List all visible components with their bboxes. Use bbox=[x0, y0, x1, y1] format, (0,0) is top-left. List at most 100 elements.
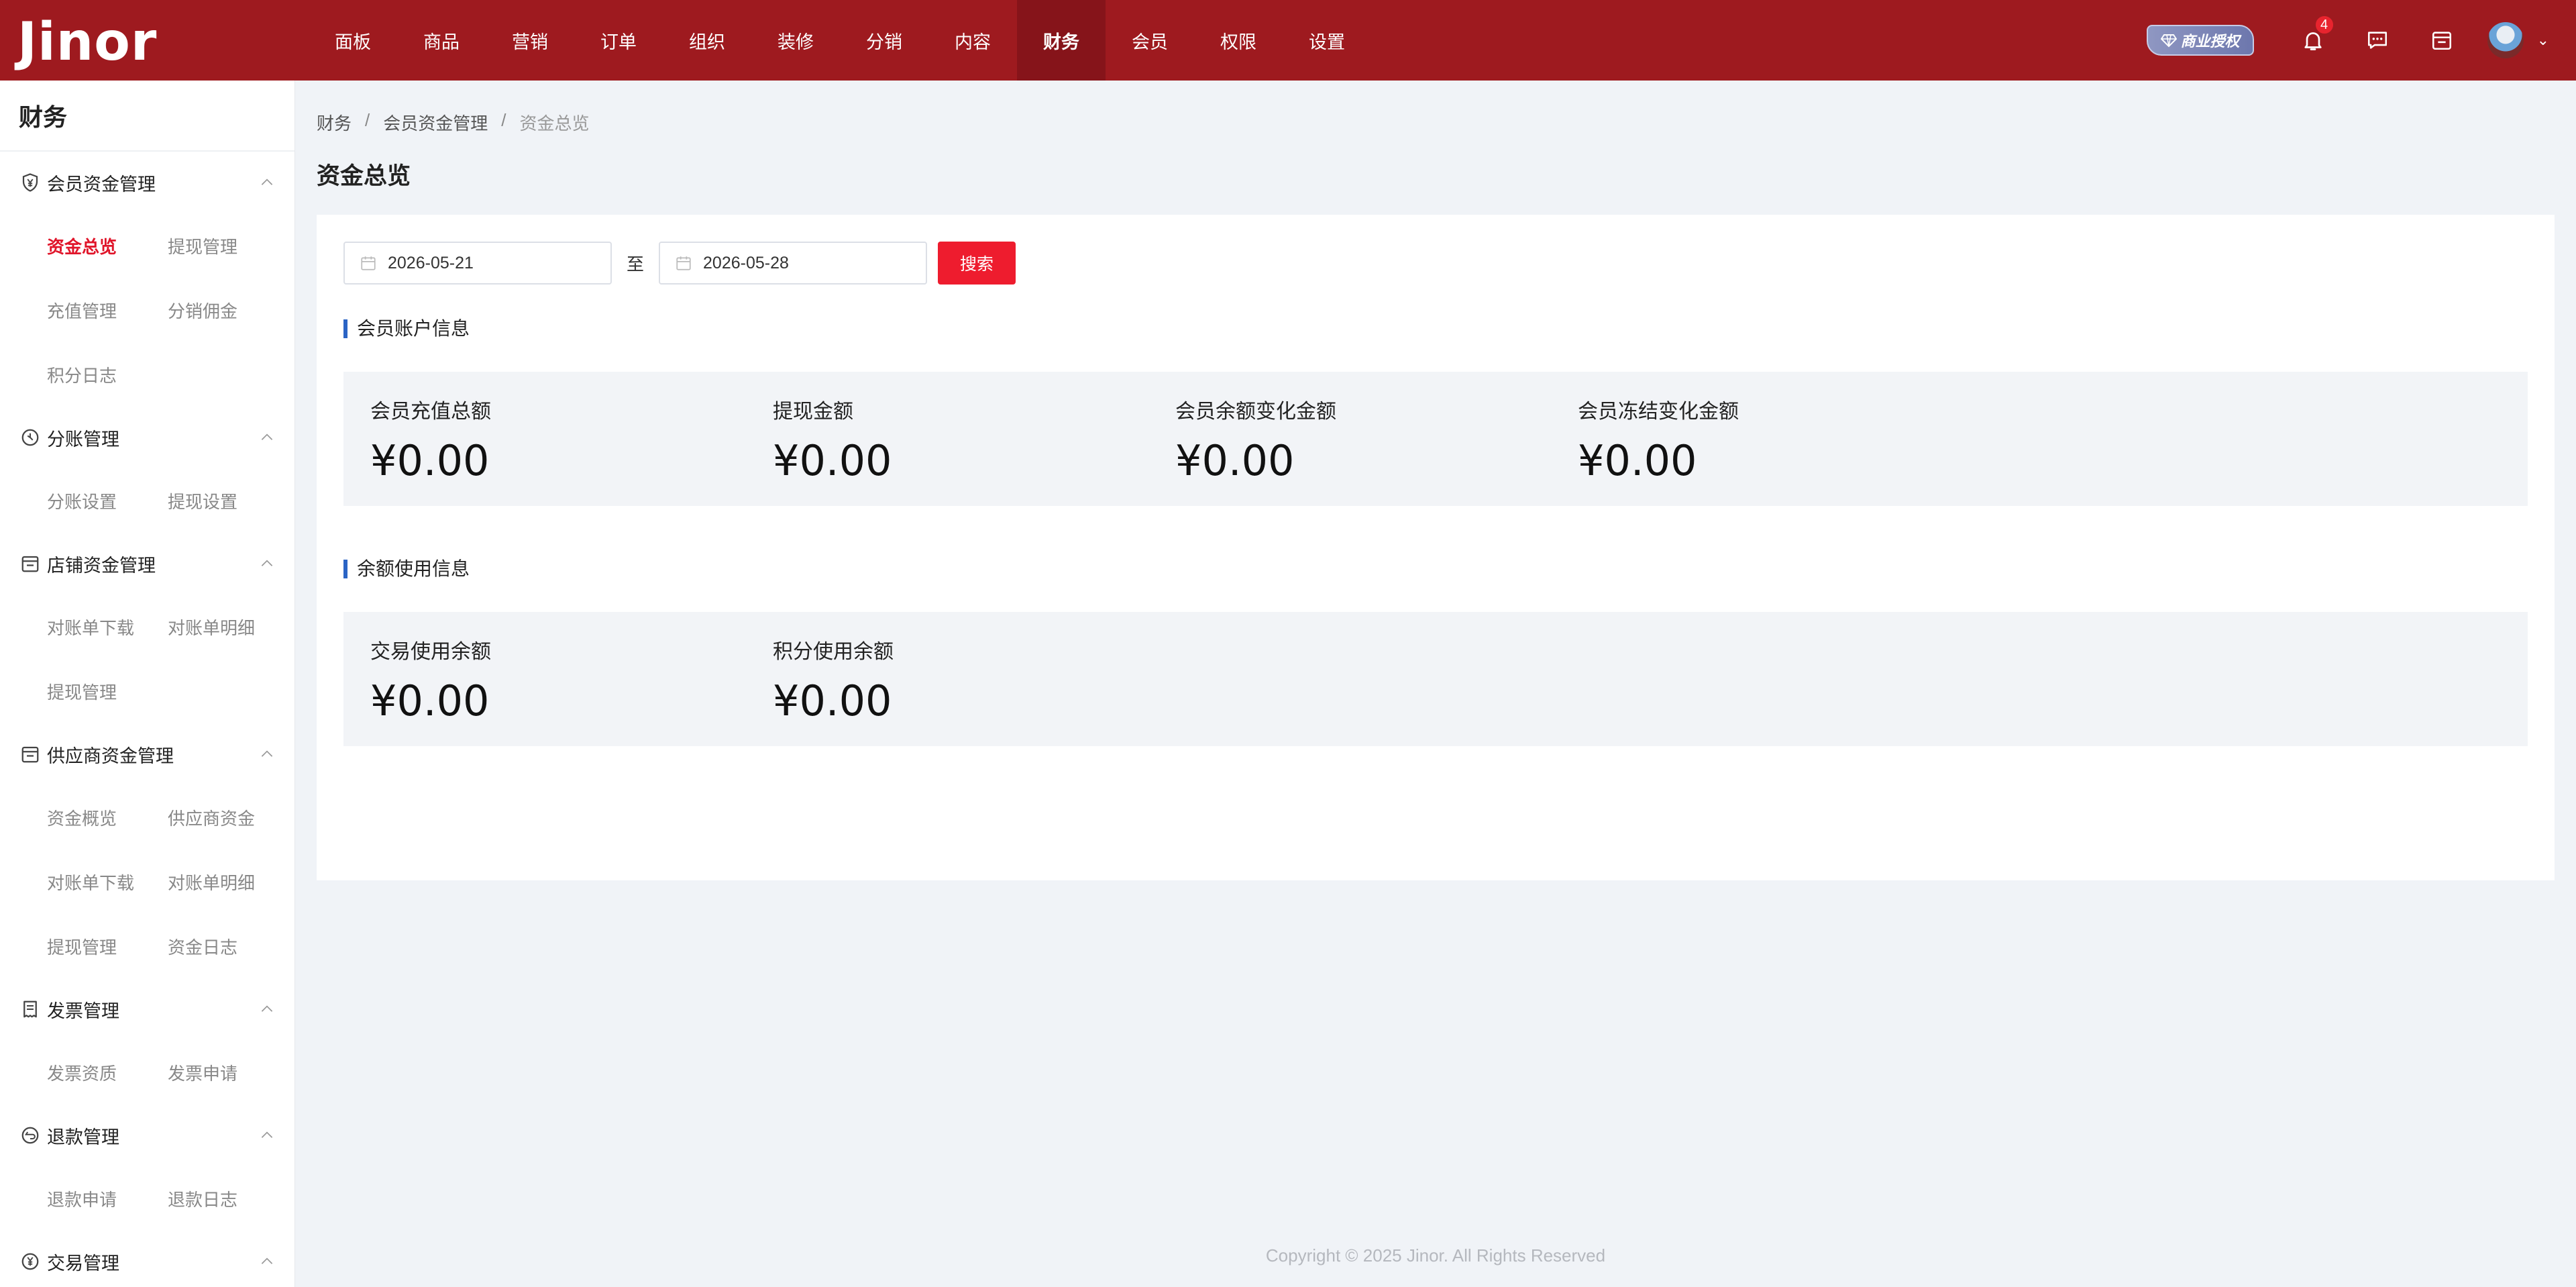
nav-item-permissions[interactable]: 权限 bbox=[1194, 0, 1283, 81]
store-icon bbox=[21, 556, 39, 572]
breadcrumb-finance[interactable]: 财务 bbox=[317, 110, 352, 135]
chat-icon bbox=[2367, 32, 2387, 49]
breadcrumb: 财务 / 会员资金管理 / 资金总览 bbox=[317, 110, 590, 135]
sidebar: 财务 会员资金管理 资金总览 提现管理 充值管理 分销佣金 积分日志 分账管理 … bbox=[0, 81, 295, 1287]
sidebar-group-invoice[interactable]: 发票管理 bbox=[0, 978, 294, 1040]
balance-usage-title: 余额使用信息 bbox=[343, 560, 470, 578]
nav-item-marketing[interactable]: 营销 bbox=[486, 0, 574, 81]
sidebar-item-supplier-funds[interactable]: 供应商资金 bbox=[168, 785, 288, 850]
main-nav: 面板 商品 营销 订单 组织 装修 分销 内容 财务 会员 权限 设置 bbox=[309, 0, 1371, 81]
sidebar-item-refund-log[interactable]: 退款日志 bbox=[168, 1166, 288, 1231]
chevron-up-icon bbox=[261, 1131, 273, 1138]
invoice-icon bbox=[23, 1000, 37, 1018]
app-logo[interactable]: Jinor bbox=[17, 12, 157, 72]
chevron-up-icon bbox=[261, 178, 273, 185]
start-date-value: 2026-05-21 bbox=[388, 253, 474, 272]
sidebar-item-refund-application[interactable]: 退款申请 bbox=[47, 1166, 168, 1231]
sidebar-item-funds-summary[interactable]: 资金概览 bbox=[47, 785, 168, 850]
refund-circle-icon bbox=[21, 1127, 39, 1144]
sidebar-item-supplier-withdraw[interactable]: 提现管理 bbox=[47, 914, 168, 978]
sidebar-group-label: 供应商资金管理 bbox=[47, 745, 174, 766]
nav-item-orders[interactable]: 订单 bbox=[574, 0, 663, 81]
chevron-up-icon bbox=[261, 750, 273, 757]
sidebar-group-member-funds[interactable]: 会员资金管理 bbox=[0, 152, 294, 213]
stat-label: 提现金额 bbox=[773, 401, 853, 423]
chevron-up-icon bbox=[261, 560, 273, 566]
sidebar-group-supplier-funds[interactable]: 供应商资金管理 bbox=[0, 723, 294, 785]
sidebar-item-funds-log[interactable]: 资金日志 bbox=[168, 914, 288, 978]
stat-balance-change: 会员余额变化金额 ¥0.00 bbox=[1175, 395, 1336, 485]
stat-value: ¥0.00 bbox=[773, 676, 892, 725]
sidebar-item-split-settings[interactable]: 分账设置 bbox=[47, 468, 168, 533]
stat-label: 会员充值总额 bbox=[370, 401, 491, 423]
sidebar-item-statement-detail[interactable]: 对账单明细 bbox=[168, 595, 288, 659]
sidebar-title: 财务 bbox=[0, 81, 294, 152]
sidebar-group-split-accounts[interactable]: 分账管理 bbox=[0, 407, 294, 468]
breadcrumb-member-funds[interactable]: 会员资金管理 bbox=[383, 110, 488, 135]
nav-item-dashboard[interactable]: 面板 bbox=[309, 0, 397, 81]
sidebar-item-invoice-application[interactable]: 发票申请 bbox=[168, 1040, 288, 1104]
sidebar-item-store-withdraw[interactable]: 提现管理 bbox=[47, 659, 168, 723]
top-navbar: Jinor 面板 商品 营销 订单 组织 装修 分销 内容 财务 会员 权限 设… bbox=[0, 0, 2576, 81]
sidebar-item-recharge-management[interactable]: 充值管理 bbox=[47, 278, 168, 342]
page-title: 资金总览 bbox=[317, 163, 411, 189]
search-button[interactable]: 搜索 bbox=[938, 242, 1016, 285]
end-date-input[interactable]: 2026-05-28 bbox=[659, 242, 928, 285]
stat-value: ¥0.00 bbox=[1175, 436, 1295, 485]
stat-value: ¥0.00 bbox=[370, 436, 490, 485]
nav-item-settings[interactable]: 设置 bbox=[1283, 0, 1371, 81]
date-range-separator: 至 bbox=[627, 254, 645, 274]
stat-recharge-total: 会员充值总额 ¥0.00 bbox=[370, 395, 491, 485]
store-icon bbox=[21, 746, 39, 763]
calendar-icon bbox=[676, 256, 691, 270]
shop-button[interactable] bbox=[2410, 0, 2474, 81]
sidebar-item-distribution-commission[interactable]: 分销佣金 bbox=[168, 278, 288, 342]
store-icon bbox=[2432, 32, 2451, 50]
license-label: 商业授权 bbox=[2180, 33, 2240, 50]
stat-label: 交易使用余额 bbox=[370, 641, 491, 663]
start-date-input[interactable]: 2026-05-21 bbox=[343, 242, 612, 285]
end-date-value: 2026-05-28 bbox=[703, 253, 789, 272]
nav-item-finance[interactable]: 财务 bbox=[1017, 0, 1106, 81]
nav-item-organization[interactable]: 组织 bbox=[663, 0, 751, 81]
stat-value: ¥0.00 bbox=[773, 436, 892, 485]
stat-value: ¥0.00 bbox=[1578, 436, 1697, 485]
stat-label: 会员冻结变化金额 bbox=[1578, 401, 1739, 423]
stat-withdraw-amount: 提现金额 ¥0.00 bbox=[773, 395, 892, 485]
sidebar-item-statement-download[interactable]: 对账单下载 bbox=[47, 595, 168, 659]
sidebar-group-refund[interactable]: 退款管理 bbox=[0, 1104, 294, 1166]
account-stats-panel: 会员充值总额 ¥0.00 提现金额 ¥0.00 会员余额变化金额 ¥0.00 会… bbox=[343, 372, 2528, 506]
notification-button[interactable]: 4 bbox=[2281, 0, 2345, 81]
nav-item-products[interactable]: 商品 bbox=[397, 0, 486, 81]
chevron-up-icon bbox=[261, 1005, 273, 1012]
chevron-down-icon[interactable]: ⌄ bbox=[2537, 32, 2549, 49]
date-filter: 2026-05-21 至 2026-05-28 搜索 bbox=[343, 242, 1016, 285]
notification-count-badge: 4 bbox=[2314, 15, 2334, 35]
sidebar-item-withdraw-settings[interactable]: 提现设置 bbox=[168, 468, 288, 533]
sidebar-item-supplier-statement-download[interactable]: 对账单下载 bbox=[47, 850, 168, 914]
diamond-icon bbox=[2160, 34, 2177, 48]
stat-points-balance: 积分使用余额 ¥0.00 bbox=[773, 635, 894, 725]
sidebar-group-label: 退款管理 bbox=[47, 1127, 119, 1147]
nav-item-members[interactable]: 会员 bbox=[1106, 0, 1194, 81]
stat-label: 会员余额变化金额 bbox=[1175, 401, 1336, 423]
nav-item-decoration[interactable]: 装修 bbox=[751, 0, 840, 81]
account-info-title: 会员账户信息 bbox=[343, 319, 470, 338]
breadcrumb-separator: / bbox=[501, 110, 506, 130]
sidebar-item-withdraw-management[interactable]: 提现管理 bbox=[168, 213, 288, 278]
sidebar-item-points-log[interactable]: 积分日志 bbox=[47, 342, 168, 407]
sidebar-group-label: 会员资金管理 bbox=[47, 174, 156, 195]
sidebar-item-supplier-statement-detail[interactable]: 对账单明细 bbox=[168, 850, 288, 914]
nav-item-distribution[interactable]: 分销 bbox=[840, 0, 928, 81]
split-circle-icon bbox=[21, 429, 39, 446]
sidebar-group-label: 店铺资金管理 bbox=[47, 555, 156, 576]
sidebar-item-invoice-qualification[interactable]: 发票资质 bbox=[47, 1040, 168, 1104]
message-button[interactable] bbox=[2345, 0, 2410, 81]
header-actions: 商业授权 4 ⌄ bbox=[2146, 0, 2549, 81]
commercial-license-badge[interactable]: 商业授权 bbox=[2146, 25, 2254, 56]
nav-item-content[interactable]: 内容 bbox=[928, 0, 1017, 81]
sidebar-group-store-funds[interactable]: 店铺资金管理 bbox=[0, 533, 294, 595]
user-avatar[interactable] bbox=[2487, 22, 2524, 58]
sidebar-item-funds-overview[interactable]: 资金总览 bbox=[47, 213, 168, 278]
funds-overview-card: 2026-05-21 至 2026-05-28 搜索 会员账户信息 会员充值总额… bbox=[317, 215, 2555, 880]
